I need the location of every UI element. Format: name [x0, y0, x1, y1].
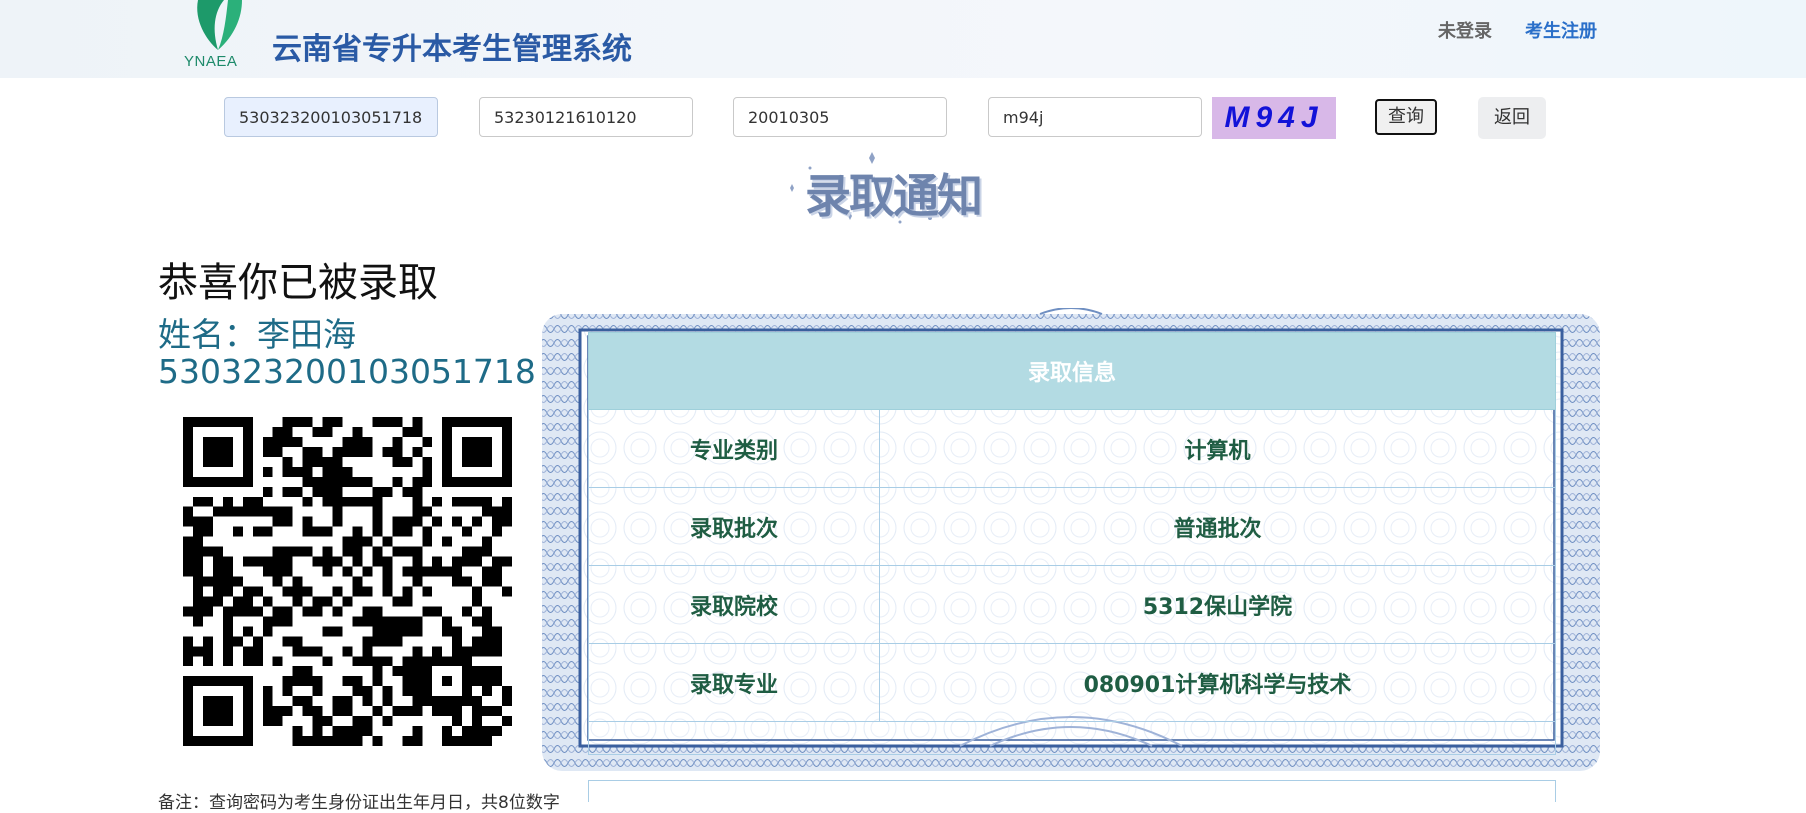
id-number-input[interactable]	[224, 97, 438, 137]
row-value: 计算机	[879, 409, 1556, 488]
back-button[interactable]: 返回	[1478, 97, 1546, 139]
password-input[interactable]	[733, 97, 947, 137]
remark-note: 备注：查询密码为考生身份证出生年月日，共8位数字	[158, 793, 560, 813]
register-link[interactable]: 考生注册	[1525, 17, 1597, 43]
qr-code-icon	[183, 417, 512, 746]
admission-info-header: 录取信息	[588, 332, 1556, 410]
congrats-heading: 恭喜你已被录取	[158, 260, 438, 306]
row-label: 录取专业	[588, 643, 880, 722]
row-label: 录取院校	[588, 565, 880, 644]
row-label: 专业类别	[588, 409, 880, 488]
student-id-number: 530323200103051718	[158, 352, 536, 391]
student-name: 姓名：李田海	[158, 315, 356, 354]
table-row-empty	[588, 780, 1556, 802]
header-bar: YNAEA 云南省专升本考生管理系统 未登录 考生注册	[0, 0, 1806, 78]
row-value: 5312保山学院	[879, 565, 1556, 644]
captcha-input[interactable]	[988, 97, 1202, 137]
admission-info-table: 录取信息 专业类别 计算机 录取批次 普通批次 录取院校 5312保山学院 录取…	[588, 332, 1556, 755]
query-button[interactable]: 查询	[1375, 99, 1437, 135]
table-row: 录取批次 普通批次	[588, 487, 1556, 566]
table-row-empty	[588, 721, 1556, 755]
login-status-link[interactable]: 未登录	[1438, 17, 1492, 43]
admission-notice-art-title: 录取通知	[805, 169, 983, 223]
exam-number-input[interactable]	[479, 97, 693, 137]
logo-text: YNAEA	[184, 53, 238, 70]
row-label: 录取批次	[588, 487, 880, 566]
system-title: 云南省专升本考生管理系统	[272, 32, 632, 67]
row-value: 普通批次	[879, 487, 1556, 566]
row-value: 080901计算机科学与技术	[879, 643, 1556, 722]
captcha-image[interactable]: M94J	[1212, 97, 1336, 139]
table-row: 专业类别 计算机	[588, 409, 1556, 488]
table-row: 录取院校 5312保山学院	[588, 565, 1556, 644]
table-row: 录取专业 080901计算机科学与技术	[588, 643, 1556, 722]
